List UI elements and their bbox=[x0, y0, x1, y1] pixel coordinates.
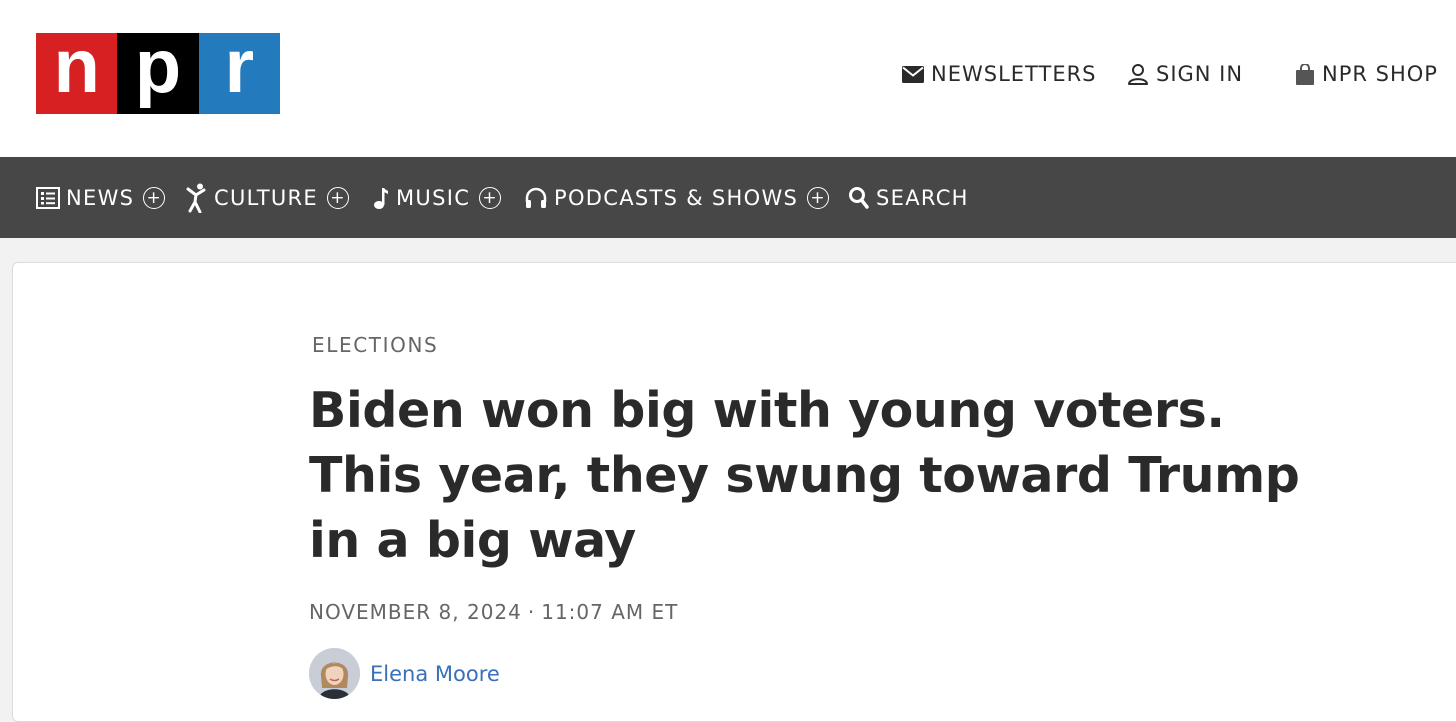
article-dateline: NOVEMBER 8, 2024 · 11:07 AM ET bbox=[309, 600, 678, 624]
site-header: n p r NEWSLETTERS SIGN IN NPR SHOP bbox=[0, 0, 1456, 157]
dancer-icon bbox=[186, 183, 208, 213]
article-byline: Elena Moore bbox=[309, 648, 500, 699]
music-note-icon bbox=[372, 186, 390, 210]
npr-logo[interactable]: n p r bbox=[36, 28, 280, 114]
author-avatar[interactable] bbox=[309, 648, 360, 699]
search-icon bbox=[848, 186, 870, 210]
nav-label-music: MUSIC bbox=[396, 186, 471, 210]
newsletters-label: NEWSLETTERS bbox=[931, 62, 1097, 86]
sign-in-label: SIGN IN bbox=[1156, 62, 1244, 86]
logo-letter-n: n bbox=[36, 28, 118, 114]
nav-label-podcasts-shows: PODCASTS & SHOWS bbox=[554, 186, 799, 210]
nav-item-news[interactable]: NEWS + bbox=[36, 181, 166, 215]
envelope-icon bbox=[902, 65, 924, 83]
article-headline: Biden won big with young voters. This ye… bbox=[309, 382, 1300, 569]
article-date: NOVEMBER 8, 2024 bbox=[309, 600, 522, 624]
newsletters-link[interactable]: NEWSLETTERS bbox=[902, 58, 1097, 90]
npr-shop-label: NPR SHOP bbox=[1322, 62, 1438, 86]
expand-podcasts-shows-icon[interactable]: + bbox=[807, 187, 830, 209]
article-time: 11:07 AM ET bbox=[541, 600, 679, 624]
nav-item-music[interactable]: MUSIC + bbox=[372, 181, 502, 215]
nav-label-search: SEARCH bbox=[876, 186, 969, 210]
shopping-bag-icon bbox=[1295, 63, 1315, 85]
expand-music-icon[interactable]: + bbox=[479, 187, 502, 209]
expand-culture-icon[interactable]: + bbox=[327, 187, 349, 209]
expand-news-icon[interactable]: + bbox=[143, 187, 166, 209]
nav-label-culture: CULTURE bbox=[214, 186, 318, 210]
nav-label-news: NEWS bbox=[66, 186, 135, 210]
logo-letter-r: r bbox=[198, 28, 280, 114]
date-separator: · bbox=[527, 600, 536, 624]
sign-in-link[interactable]: SIGN IN bbox=[1127, 58, 1243, 90]
nav-item-search[interactable]: SEARCH bbox=[848, 181, 969, 215]
headphones-icon bbox=[524, 187, 548, 209]
user-icon bbox=[1127, 63, 1149, 85]
nav-item-podcasts-shows[interactable]: PODCASTS & SHOWS + bbox=[524, 181, 830, 215]
npr-shop-link[interactable]: NPR SHOP bbox=[1295, 58, 1438, 90]
nav-item-culture[interactable]: CULTURE + bbox=[186, 181, 349, 215]
newspaper-icon bbox=[36, 187, 60, 209]
main-nav: NEWS + CULTURE + MUSIC + PODCASTS & SHOW… bbox=[0, 157, 1456, 238]
logo-letter-p: p bbox=[117, 28, 199, 114]
article-section-label[interactable]: ELECTIONS bbox=[312, 333, 438, 357]
author-name-link[interactable]: Elena Moore bbox=[370, 662, 500, 686]
